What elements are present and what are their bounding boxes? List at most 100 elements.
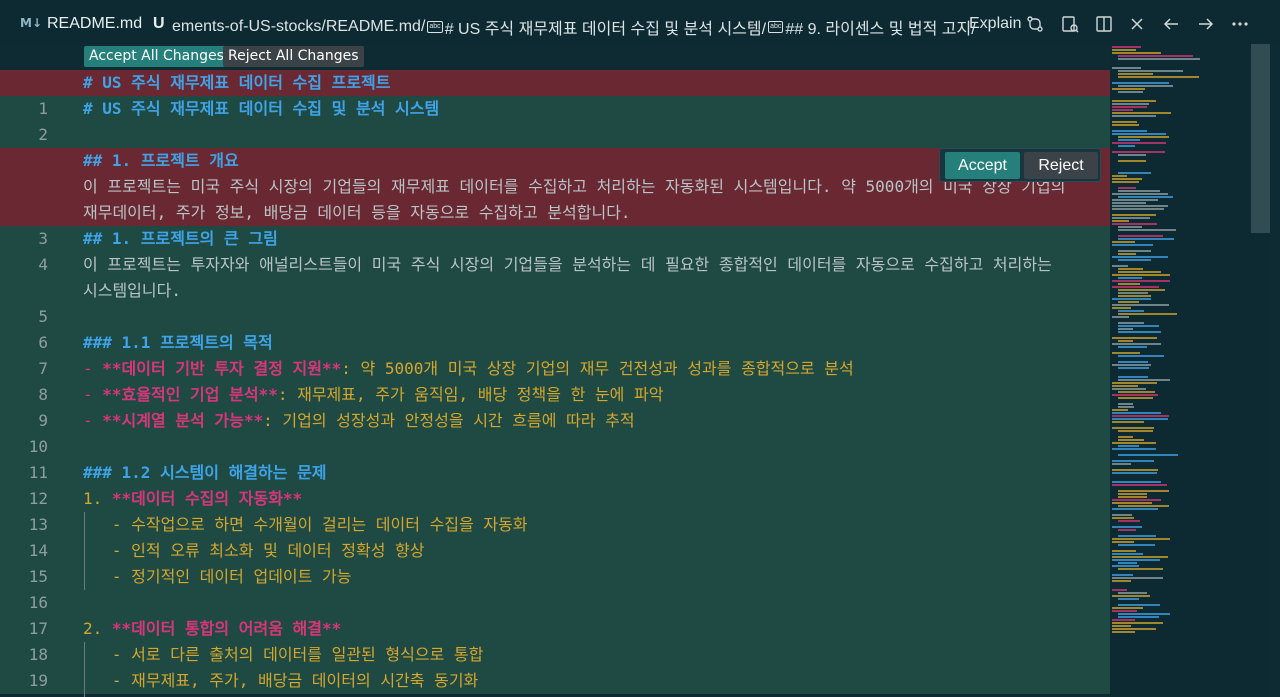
line-text: 1. **데이터 수집의 자동화** — [83, 486, 302, 512]
minimap-line — [1118, 544, 1155, 546]
breadcrumb-heading-1[interactable]: # US 주식 재무제표 데이터 수집 및 분석 시스템/ — [445, 15, 766, 39]
minimap-line — [1112, 448, 1156, 450]
reject-all-changes-button[interactable]: Reject All Changes — [223, 46, 364, 67]
minimap-line — [1112, 412, 1161, 414]
minimap-line — [1112, 421, 1144, 423]
minimap-line — [1118, 310, 1144, 312]
line-text: ## 1. 프로젝트의 큰 그림 — [83, 229, 278, 248]
line-number: 14 — [28, 541, 48, 560]
minimap-line — [1112, 607, 1143, 609]
minimap-line — [1112, 208, 1164, 210]
minimap-line — [1118, 283, 1140, 285]
line-text: # US 주식 재무제표 데이터 수집 및 분석 시스템 — [83, 99, 440, 118]
minimap-line — [1112, 115, 1156, 117]
breadcrumb-heading-2[interactable]: ## 9. 라이센스 및 법적 고지/ — [785, 15, 975, 39]
breadcrumb-path[interactable]: ements-of-US-stocks/README.md/ — [172, 18, 425, 36]
indent-guide — [84, 512, 85, 590]
minimap-line — [1112, 82, 1169, 84]
line-text: ### 1.2 시스템이 해결하는 문제 — [83, 463, 327, 482]
tab-title[interactable]: README.md — [47, 15, 142, 33]
minimap-line — [1118, 73, 1153, 75]
more-actions-icon[interactable] — [1229, 13, 1251, 35]
minimap-line — [1118, 355, 1164, 357]
minimap-line — [1112, 499, 1161, 501]
minimap-line — [1118, 277, 1142, 279]
line-number: 2 — [38, 125, 48, 144]
minimap-line — [1112, 220, 1129, 222]
line-number: 10 — [28, 437, 48, 456]
minimap-line — [1112, 49, 1136, 51]
line-text: 시스템입니다. — [83, 281, 181, 300]
minimap-line — [1112, 631, 1135, 633]
minimap-line — [1118, 568, 1163, 570]
line-text: - **시계열 분석 가능**: 기업의 성장성과 안정성을 시간 흐름에 따라… — [83, 408, 635, 434]
split-editor-icon[interactable] — [1093, 13, 1115, 35]
line-number: 13 — [28, 515, 48, 534]
minimap-line — [1118, 325, 1159, 327]
minimap-line — [1112, 100, 1156, 102]
minimap[interactable] — [1110, 44, 1270, 697]
minimap-line — [1112, 343, 1161, 345]
minimap-line — [1112, 298, 1151, 300]
minimap-line — [1112, 307, 1131, 309]
line-number: 1 — [38, 99, 48, 118]
minimap-line — [1118, 229, 1176, 231]
minimap-line — [1118, 376, 1148, 378]
minimap-line — [1118, 259, 1151, 261]
bullet-marker: - — [83, 411, 103, 430]
minimap-line — [1112, 427, 1154, 429]
minimap-line — [1118, 592, 1147, 594]
minimap-line — [1112, 175, 1127, 177]
forward-arrow-icon[interactable] — [1195, 13, 1217, 35]
minimap-line — [1118, 331, 1161, 333]
minimap-line — [1118, 490, 1169, 492]
minimap-line — [1112, 469, 1158, 471]
minimap-line — [1118, 328, 1133, 330]
minimap-line — [1118, 346, 1147, 348]
line-text: - **데이터 기반 투자 결정 지원**: 약 5000개 미국 상장 기업의… — [83, 356, 854, 382]
minimap-line — [1112, 502, 1152, 504]
added-line: 5 — [0, 304, 1110, 330]
scrollbar-thumb[interactable] — [1251, 44, 1270, 233]
minimap-line — [1112, 394, 1158, 396]
added-line: 2 — [0, 122, 1110, 148]
minimap-line — [1118, 91, 1143, 93]
minimap-line — [1118, 616, 1159, 618]
minimap-line — [1112, 460, 1154, 462]
reject-change-button[interactable]: Reject — [1024, 152, 1098, 179]
minimap-line — [1118, 226, 1142, 228]
minimap-line — [1118, 250, 1151, 252]
added-line: 9 - **시계열 분석 가능**: 기업의 성장성과 안정성을 시간 흐름에 … — [0, 408, 1110, 434]
added-line: 15 - 정기적인 데이터 업데이트 가능 — [0, 564, 1110, 590]
minimap-line — [1118, 322, 1144, 324]
minimap-line — [1112, 178, 1142, 180]
list-number: 2. — [83, 619, 112, 638]
added-line: 시스템입니다. — [0, 278, 1110, 304]
close-icon[interactable] — [1126, 13, 1148, 35]
added-line: 19 - 재무제표, 주가, 배당금 데이터의 시간축 동기화 — [0, 668, 1110, 694]
open-preview-icon[interactable] — [1059, 13, 1081, 35]
minimap-line — [1112, 619, 1135, 621]
line-text: - 수작업으로 하면 수개월이 걸리는 데이터 수집을 자동화 — [83, 515, 528, 534]
minimap-line — [1112, 526, 1142, 528]
added-line: 12 1. **데이터 수집의 자동화** — [0, 486, 1110, 512]
explain-button[interactable]: Explain — [969, 15, 1021, 33]
accept-change-button[interactable]: Accept — [945, 152, 1020, 179]
minimap-line — [1112, 142, 1166, 144]
minimap-line — [1112, 88, 1145, 90]
minimap-line — [1112, 628, 1156, 630]
minimap-line — [1112, 103, 1149, 105]
minimap-line — [1112, 577, 1163, 579]
minimap-line — [1118, 295, 1151, 297]
line-text: - 인적 오류 최소화 및 데이터 정확성 향상 — [83, 541, 425, 560]
minimap-line — [1118, 430, 1153, 432]
added-line: 13 - 수작업으로 하면 수개월이 걸리는 데이터 수집을 자동화 — [0, 512, 1110, 538]
line-number: 17 — [28, 619, 48, 638]
minimap-line — [1118, 535, 1156, 537]
minimap-line — [1112, 133, 1166, 135]
minimap-line — [1118, 145, 1135, 147]
minimap-line — [1112, 517, 1134, 519]
back-arrow-icon[interactable] — [1160, 13, 1182, 35]
compare-changes-icon[interactable] — [1024, 13, 1046, 35]
accept-all-changes-button[interactable]: Accept All Changes — [84, 46, 229, 67]
